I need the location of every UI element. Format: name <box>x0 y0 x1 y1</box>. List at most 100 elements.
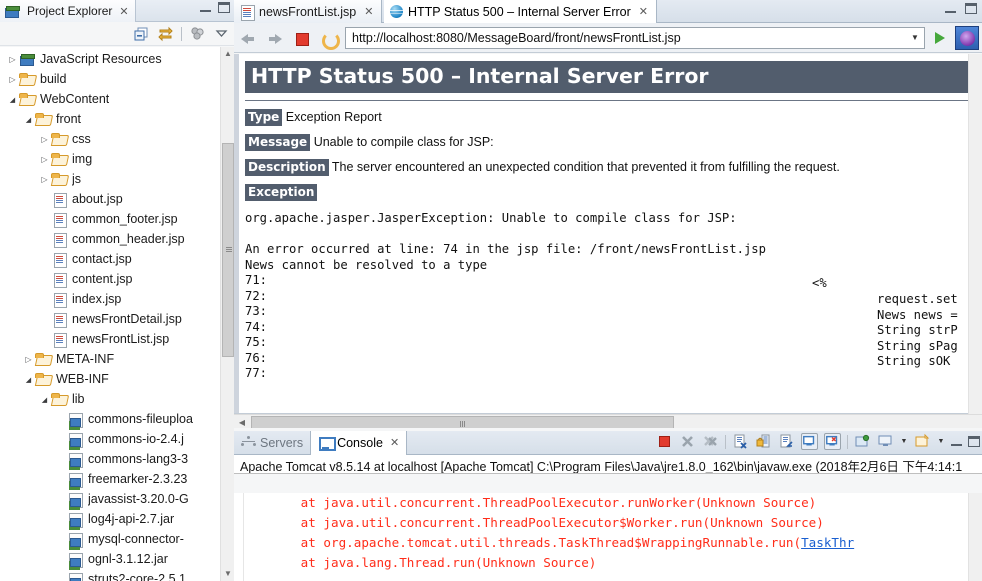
project-tree-scrollbar[interactable]: ▲ ▼ <box>220 47 234 581</box>
error-row-message: Message Unable to compile class for JSP: <box>245 134 974 151</box>
refresh-icon[interactable] <box>318 27 340 50</box>
row-label: Message <box>245 134 311 151</box>
remove-all-terminated-icon[interactable] <box>702 433 719 450</box>
tree-item[interactable]: js <box>0 169 234 189</box>
chevron-down-icon[interactable] <box>38 395 51 404</box>
tree-item[interactable]: struts2-core-2.5.1 <box>0 569 234 581</box>
url-input[interactable]: http://localhost:8080/MessageBoard/front… <box>345 26 925 49</box>
console-line: at org.apache.tomcat.util.threads.TaskTh… <box>234 533 982 553</box>
tree-item[interactable]: newsFrontList.jsp <box>0 329 234 349</box>
chevron-right-icon[interactable] <box>38 155 51 164</box>
folder-icon <box>51 131 68 147</box>
jsp-file-icon <box>51 211 68 228</box>
tree-item[interactable]: content.jsp <box>0 269 234 289</box>
open-console-icon[interactable] <box>914 433 931 450</box>
console-stacktrace-link[interactable]: TaskThr <box>801 535 854 550</box>
tree-item[interactable]: commons-fileuploa <box>0 409 234 429</box>
tree-item[interactable]: index.jsp <box>0 289 234 309</box>
chevron-right-icon[interactable] <box>38 135 51 144</box>
tree-item[interactable]: front <box>0 109 234 129</box>
tab-servers[interactable]: Servers <box>234 431 310 455</box>
display-selected-console-chevron-icon[interactable]: ▼ <box>900 438 908 445</box>
back-arrow-icon[interactable] <box>237 27 259 49</box>
go-icon[interactable] <box>930 27 950 49</box>
remove-launch-icon[interactable] <box>679 433 696 450</box>
tree-item[interactable]: WebContent <box>0 89 234 109</box>
tree-item[interactable]: JavaScript Resources <box>0 49 234 69</box>
maximize-icon[interactable] <box>968 436 980 447</box>
clear-console-icon[interactable] <box>732 433 749 450</box>
minimize-icon[interactable] <box>951 437 962 446</box>
tree-item[interactable]: ognl-3.1.12.jar <box>0 549 234 569</box>
tree-item[interactable]: contact.jsp <box>0 249 234 269</box>
chevron-down-icon[interactable] <box>6 95 19 104</box>
view-window-buttons <box>200 2 230 13</box>
close-icon[interactable]: ✕ <box>119 5 128 18</box>
view-menu-chevron-icon[interactable] <box>213 25 230 42</box>
view-menu-grey-icon[interactable] <box>189 25 206 42</box>
console-output[interactable]: at java.util.concurrent.ThreadPoolExecut… <box>234 493 982 581</box>
open-console-chevron-icon[interactable]: ▼ <box>937 438 945 445</box>
tree-item[interactable]: WEB-INF <box>0 369 234 389</box>
chevron-down-icon[interactable] <box>22 115 35 124</box>
tree-item[interactable]: img <box>0 149 234 169</box>
console-icon <box>318 436 337 451</box>
chevron-right-icon[interactable] <box>6 55 19 64</box>
scroll-up-icon[interactable]: ▲ <box>221 47 235 61</box>
tree-item[interactable]: about.jsp <box>0 189 234 209</box>
tree-item[interactable]: common_header.jsp <box>0 229 234 249</box>
tree-item[interactable]: log4j-api-2.7.jar <box>0 509 234 529</box>
project-tree[interactable]: JavaScript Resources build WebContent front… <box>0 47 234 581</box>
chevron-down-icon[interactable]: ▼ <box>906 33 924 42</box>
collapse-all-icon[interactable] <box>133 25 150 42</box>
maximize-icon[interactable] <box>965 3 977 14</box>
close-icon[interactable]: ✕ <box>390 436 399 449</box>
show-console-on-error-icon[interactable] <box>824 433 841 450</box>
chevron-right-icon[interactable] <box>6 75 19 84</box>
tab-console[interactable]: Console ✕ <box>310 430 408 455</box>
minimize-icon[interactable] <box>945 4 956 13</box>
minimize-icon[interactable] <box>200 3 211 12</box>
tree-item[interactable]: META-INF <box>0 349 234 369</box>
maximize-icon[interactable] <box>218 2 230 13</box>
pin-console-icon[interactable] <box>854 433 871 450</box>
tree-item[interactable]: javassist-3.20.0-G <box>0 489 234 509</box>
page-scrollbar-vertical[interactable] <box>968 54 982 414</box>
chevron-down-icon[interactable] <box>22 375 35 384</box>
browser-toolbar: http://localhost:8080/MessageBoard/front… <box>234 23 982 53</box>
console-line-text: at org.apache.tomcat.util.threads.TaskTh… <box>240 535 802 550</box>
project-explorer-tabbar: Project Explorer ✕ <box>0 0 234 22</box>
internet-explorer-icon[interactable] <box>955 25 979 50</box>
show-console-on-output-icon[interactable] <box>801 433 818 450</box>
display-selected-console-icon[interactable] <box>877 433 894 450</box>
close-icon[interactable]: ✕ <box>639 5 648 18</box>
word-wrap-icon[interactable] <box>778 433 795 450</box>
scroll-lock-icon[interactable] <box>755 433 772 450</box>
console-tabbar: Servers Console ✕ ▼ ▼ <box>234 430 982 455</box>
tree-item[interactable]: mysql-connector- <box>0 529 234 549</box>
tab-newsfrontlist-jsp[interactable]: newsFrontList.jsp ✕ <box>234 0 383 23</box>
console-scrollbar-vertical[interactable] <box>968 493 982 581</box>
forward-arrow-icon[interactable] <box>264 27 286 49</box>
terminate-icon[interactable] <box>656 433 673 450</box>
tree-item[interactable]: commons-lang3-3 <box>0 449 234 469</box>
jsp-file-icon <box>51 271 68 288</box>
tree-item[interactable]: lib <box>0 389 234 409</box>
stop-icon[interactable] <box>291 27 313 49</box>
tree-item[interactable]: css <box>0 129 234 149</box>
jar-icon <box>67 471 84 488</box>
tree-item[interactable]: common_footer.jsp <box>0 209 234 229</box>
scrollbar-thumb[interactable] <box>222 143 234 357</box>
tree-item[interactable]: freemarker-2.3.23 <box>0 469 234 489</box>
tree-item[interactable]: build <box>0 69 234 89</box>
close-icon[interactable]: ✕ <box>364 5 373 18</box>
scroll-down-icon[interactable]: ▼ <box>221 567 235 581</box>
chevron-right-icon[interactable] <box>38 175 51 184</box>
link-with-editor-icon[interactable] <box>157 25 174 42</box>
tree-item[interactable]: newsFrontDetail.jsp <box>0 309 234 329</box>
console-toolbar: ▼ ▼ <box>656 433 980 450</box>
tree-item[interactable]: commons-io-2.4.j <box>0 429 234 449</box>
tab-http-status-500[interactable]: HTTP Status 500 – Internal Server Error … <box>384 0 657 23</box>
tab-project-explorer[interactable]: Project Explorer ✕ <box>0 0 136 22</box>
chevron-right-icon[interactable] <box>22 355 35 364</box>
